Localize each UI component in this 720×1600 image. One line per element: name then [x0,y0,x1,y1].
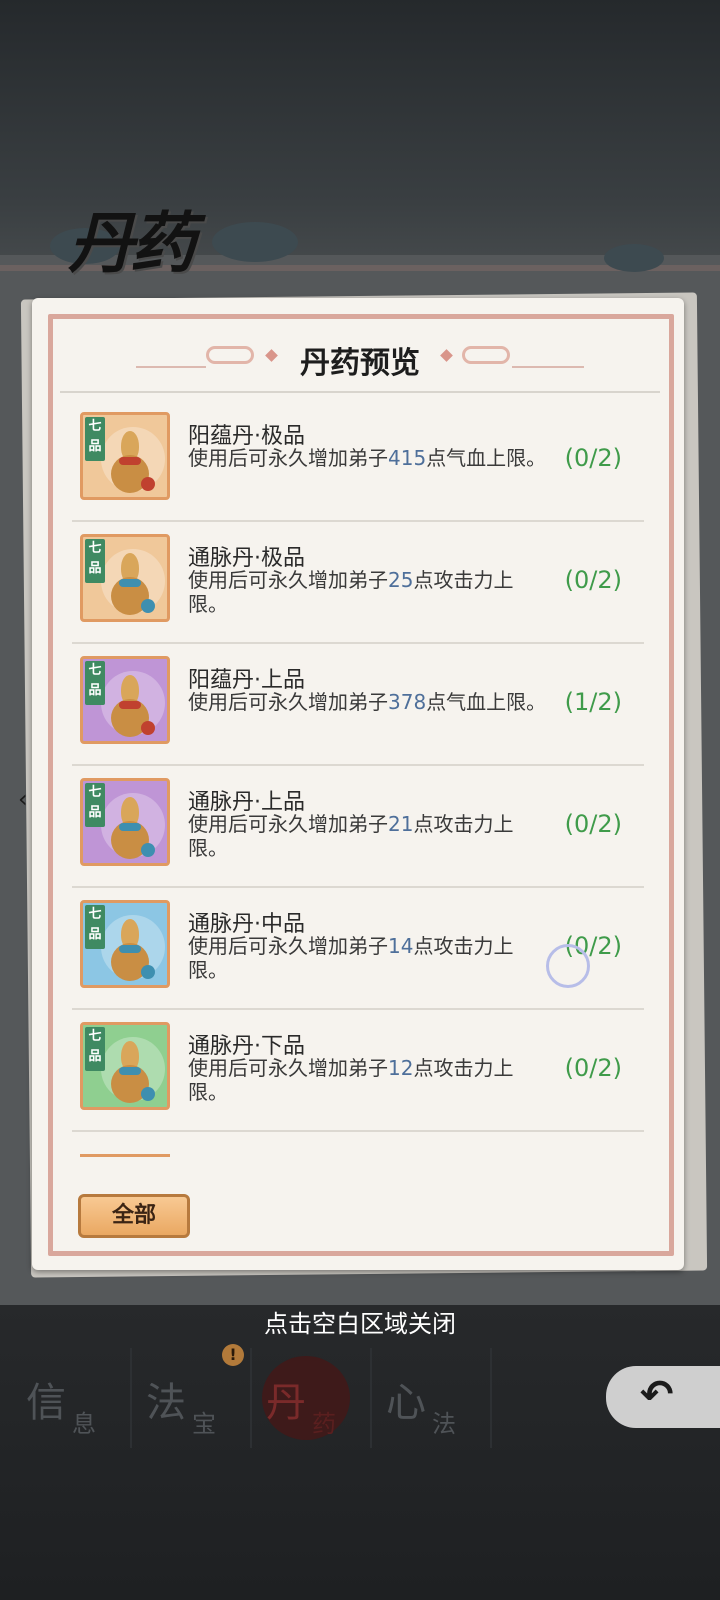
cloud-decoration-mid [212,222,298,262]
tab-label-sub: 药 [312,1410,336,1438]
item-description: 使用后可永久增加弟子21点攻击力上限。 [188,812,548,860]
grade-tag: 七品 [85,661,105,705]
desc-amount: 14 [388,934,414,958]
page-title: 丹药 [68,204,196,282]
desc-prefix: 使用后可永久增加弟子 [188,1056,388,1080]
desc-prefix: 使用后可永久增加弟子 [188,446,388,470]
desc-amount: 378 [388,690,427,714]
tab-label-sub: 息 [72,1410,96,1438]
pill-icon-box: 七品 [80,534,170,622]
back-arrow-icon: ↶ [640,1372,674,1418]
item-count: (1/2) [564,688,622,716]
tab-label-main: 法 [146,1380,186,1426]
header-rule [60,391,660,393]
scroll-ornament-left-icon [206,346,254,364]
desc-prefix: 使用后可永久增加弟子 [188,568,388,592]
header-line-left [136,366,206,368]
gourd-bead [141,721,155,735]
tab-4[interactable]: 心 法 [374,1348,492,1448]
item-description: 使用后可永久增加弟子25点攻击力上限。 [188,568,548,616]
desc-prefix: 使用后可永久增加弟子 [188,812,388,836]
pill-icon-box: 七品 [80,412,170,500]
grade-tag: 七品 [85,783,105,827]
grade-tag: 七品 [85,417,105,461]
gourd-bead [141,1087,155,1101]
tab-3[interactable]: 丹 药 [254,1348,372,1448]
header-line-right [512,366,584,368]
desc-prefix: 使用后可永久增加弟子 [188,690,388,714]
tab-label-main: 信 [26,1380,66,1426]
item-count: (0/2) [564,1054,622,1082]
tab-label-main: 心 [386,1380,426,1426]
item-count: (0/2) [564,566,622,594]
gourd-tie [119,823,141,831]
pill-list[interactable]: 七品 阳蕴丹·极品 使用后可永久增加弟子415点气血上限。 (0/2) 七品 通… [72,398,644,1158]
list-item[interactable]: 七品 通脉丹·上品 使用后可永久增加弟子21点攻击力上限。 (0/2) [72,764,644,888]
list-item[interactable]: 七品 通脉丹·下品 使用后可永久增加弟子12点攻击力上限。 (0/2) [72,1008,644,1132]
desc-amount: 21 [388,812,414,836]
dialog-title: 丹药预览 [300,346,420,381]
tab-label-sub: 法 [432,1410,456,1438]
gourd-tie [119,945,141,953]
gourd-tie [119,579,141,587]
pill-icon-box: 七品 [80,778,170,866]
item-description: 使用后可永久增加弟子12点攻击力上限。 [188,1056,548,1104]
item-count: (0/2) [564,444,622,472]
gourd-tie [119,701,141,709]
filter-all-button[interactable]: 全部 [78,1194,190,1238]
bottom-tab-bar: 信 息法 宝丹 药心 法 [14,1348,494,1448]
gourd-bead [141,599,155,613]
desc-amount: 415 [388,446,427,470]
pill-icon-box: 七品 [80,1022,170,1110]
item-description: 使用后可永久增加弟子378点气血上限。 [188,690,548,714]
pill-icon-box: 七品 [80,900,170,988]
grade-tag: 七品 [85,1027,105,1071]
gourd-bead [141,477,155,491]
item-description: 使用后可永久增加弟子415点气血上限。 [188,446,548,470]
list-item[interactable]: 七品 通脉丹·极品 使用后可永久增加弟子25点攻击力上限。 (0/2) [72,520,644,644]
desc-suffix: 点气血上限。 [426,690,547,714]
gourd-tie [119,1067,141,1075]
back-button[interactable]: ↶ [606,1366,720,1428]
grade-tag: 七品 [85,905,105,949]
close-hint[interactable]: 点击空白区域关闭 [0,1304,720,1339]
tab-label-main: 丹 [266,1380,306,1426]
item-description: 使用后可永久增加弟子14点攻击力上限。 [188,934,548,982]
list-item[interactable]: 七品 阳蕴丹·上品 使用后可永久增加弟子378点气血上限。 (1/2) [72,642,644,766]
pill-icon-box: 七品 [80,656,170,744]
cloud-decoration-right [604,244,664,272]
alert-badge-icon: ! [222,1344,244,1366]
gourd-tie [119,457,141,465]
gourd-bead [141,843,155,857]
tab-label-sub: 宝 [192,1410,216,1438]
scroll-ornament-right-icon [462,346,510,364]
touch-indicator [546,944,590,988]
desc-prefix: 使用后可永久增加弟子 [188,934,388,958]
desc-amount: 12 [388,1056,414,1080]
desc-amount: 25 [388,568,414,592]
list-item[interactable]: 七品 阳蕴丹·极品 使用后可永久增加弟子415点气血上限。 (0/2) [72,398,644,522]
item-count: (0/2) [564,810,622,838]
desc-suffix: 点气血上限。 [426,446,547,470]
partial-list-item [80,1154,170,1158]
grade-tag: 七品 [85,539,105,583]
tab-1[interactable]: 信 息 [14,1348,132,1448]
gourd-bead [141,965,155,979]
